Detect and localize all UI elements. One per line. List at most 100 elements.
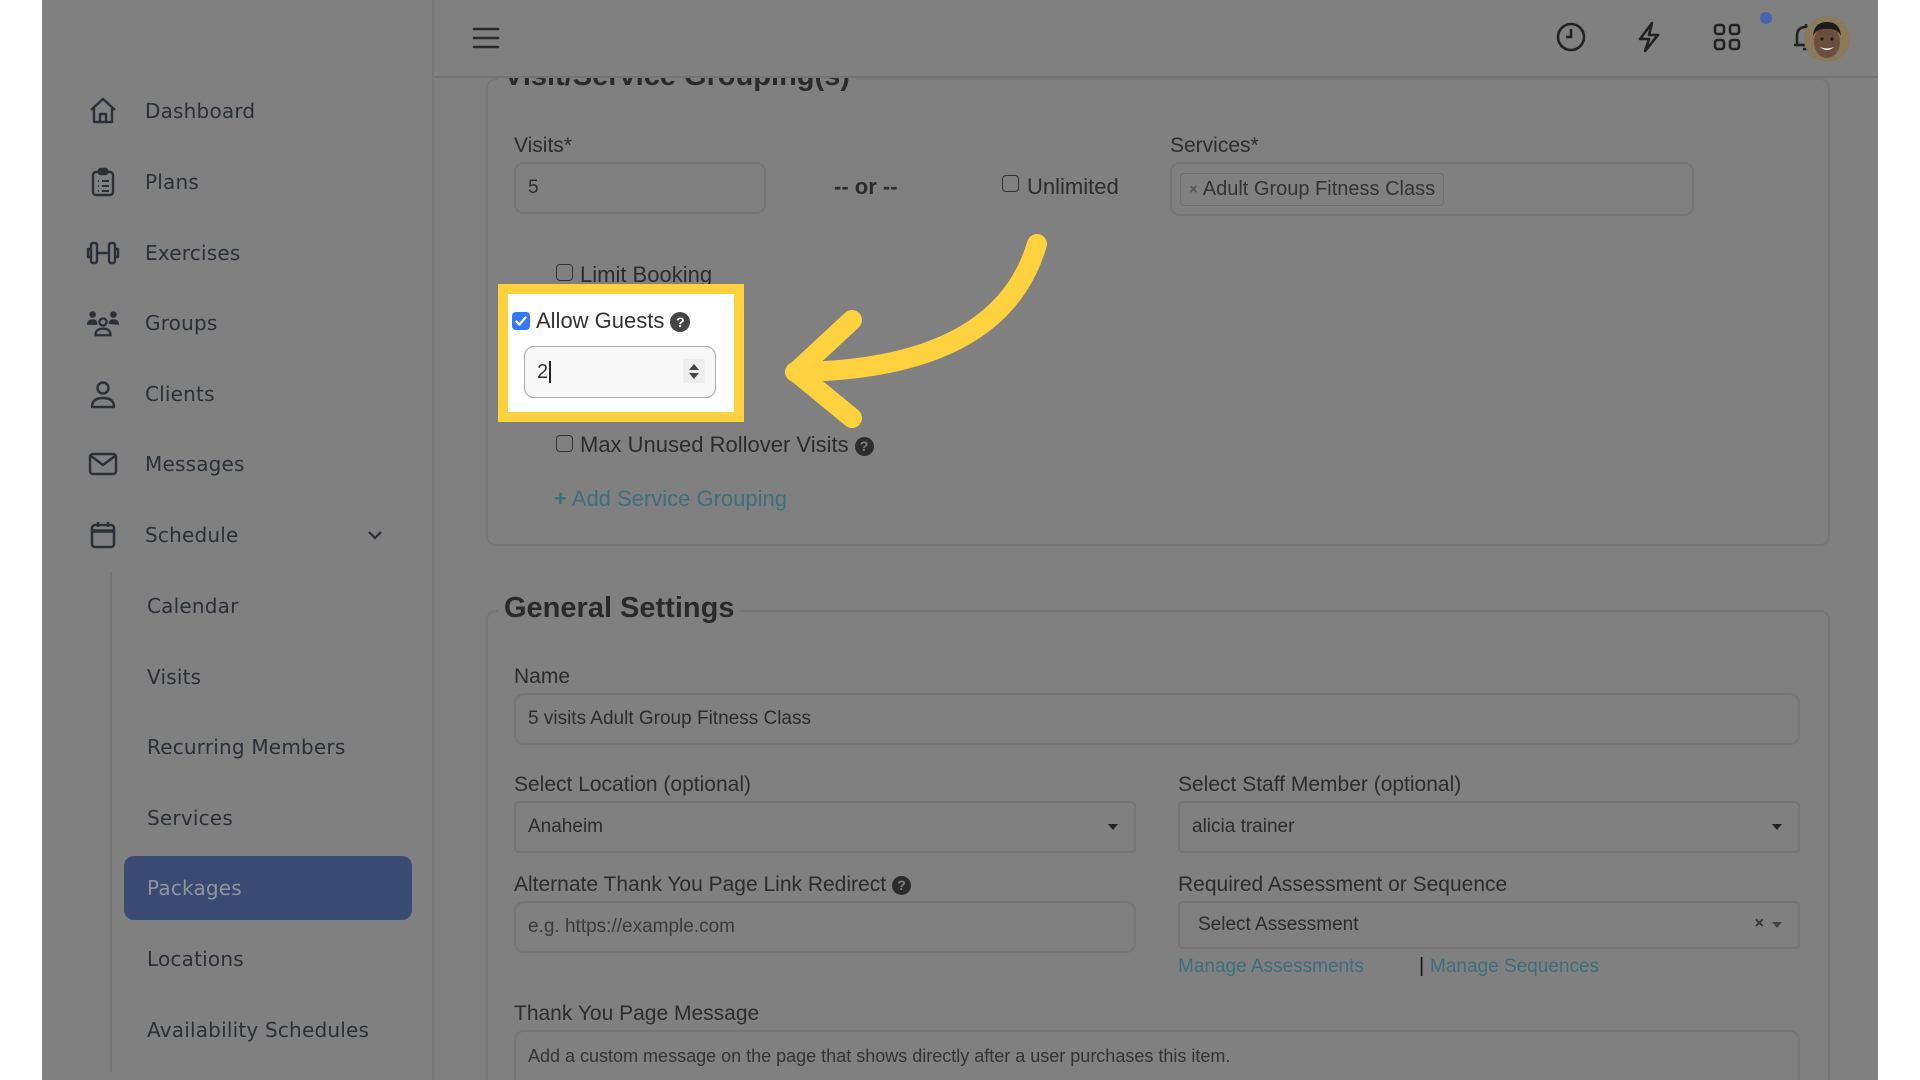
add-service-grouping-text: Add Service Grouping <box>571 486 787 511</box>
redirect-label-text: Alternate Thank You Page Link Redirect <box>514 873 887 896</box>
sidebar-item-messages[interactable]: Messages <box>42 438 434 490</box>
manage-assessments-link[interactable]: Manage Assessments <box>1178 956 1364 978</box>
caret-down-icon <box>1772 824 1782 830</box>
sidebar-item-schedule[interactable]: Schedule <box>42 509 434 561</box>
user-icon <box>86 377 120 411</box>
avatar[interactable] <box>1804 16 1850 62</box>
location-label: Select Location (optional) <box>514 773 751 796</box>
allow-guests-label: Allow Guests? <box>536 308 691 334</box>
sidebar-subitem-services[interactable]: Services <box>124 786 412 850</box>
redirect-input[interactable]: e.g. https://example.com <box>514 901 1136 953</box>
or-separator: -- or -- <box>834 174 898 199</box>
sidebar-item-label: Plans <box>145 170 199 194</box>
sidebar-item-label: Clients <box>145 382 215 406</box>
help-icon[interactable]: ? <box>854 436 874 456</box>
sidebar-item-exercises[interactable]: Exercises <box>42 227 434 279</box>
location-value: Anaheim <box>528 816 603 837</box>
clock-icon[interactable] <box>1554 20 1588 54</box>
service-tag: × Adult Group Fitness Class <box>1180 172 1445 206</box>
main-content: Visit/Service Grouping(s) Visits* 5 -- o… <box>434 0 1878 1080</box>
sidebar-item-clients[interactable]: Clients <box>42 368 434 420</box>
number-spinner[interactable] <box>683 359 705 383</box>
sidebar-item-dashboard[interactable]: Dashboard <box>42 85 434 137</box>
spinner-up-icon[interactable] <box>689 363 699 370</box>
guests-count-value: 2 <box>537 360 549 383</box>
allow-guests-checkbox[interactable] <box>512 312 530 330</box>
sidebar-subitem-packages[interactable]: Packages <box>124 856 412 920</box>
sidebar-subitem-label: Availability Schedules <box>147 1018 370 1042</box>
caret-down-icon <box>1108 824 1118 830</box>
thankyou-label: Thank You Page Message <box>514 1002 760 1025</box>
sidebar-subitem-label: Services <box>147 806 233 830</box>
visits-value: 5 <box>528 177 539 198</box>
staff-select[interactable]: alicia trainer <box>1178 801 1800 853</box>
grid-icon[interactable] <box>1710 20 1744 54</box>
help-icon[interactable]: ? <box>670 312 691 333</box>
service-tag-label: Adult Group Fitness Class <box>1202 177 1436 200</box>
clear-icon[interactable]: × <box>1755 915 1764 933</box>
clipboard-icon <box>86 165 120 199</box>
sidebar-subitem-label: Calendar <box>147 594 239 618</box>
assessment-label: Required Assessment or Sequence <box>1178 873 1508 896</box>
app-window: Dashboard Plans Exercises Groups Clients <box>42 0 1878 1080</box>
limit-booking-checkbox[interactable] <box>556 264 573 281</box>
submenu-guide-line <box>110 572 112 1072</box>
assessment-select[interactable]: Select Assessment × <box>1178 901 1800 949</box>
text-cursor <box>549 361 551 383</box>
sidebar-subitem-visits[interactable]: Visits <box>124 645 412 709</box>
services-label: Services* <box>1170 134 1259 157</box>
help-icon[interactable]: ? <box>892 875 912 895</box>
users-icon <box>86 306 120 340</box>
notification-badge <box>1760 12 1772 24</box>
redirect-placeholder: e.g. https://example.com <box>528 916 735 937</box>
spinner-down-icon[interactable] <box>689 372 699 379</box>
top-bar <box>434 0 1878 78</box>
add-service-grouping-link[interactable]: + Add Service Grouping <box>554 486 787 512</box>
sidebar-subitem-label: Packages <box>147 876 242 900</box>
name-value: 5 visits Adult Group Fitness Class <box>528 708 811 729</box>
services-multiselect[interactable]: × Adult Group Fitness Class <box>1170 162 1694 216</box>
unlimited-checkbox[interactable] <box>1002 175 1019 192</box>
thankyou-textarea[interactable]: Add a custom message on the page that sh… <box>514 1030 1800 1080</box>
sidebar-item-label: Dashboard <box>145 99 256 123</box>
sidebar-subitem-label: Locations <box>147 947 244 971</box>
redirect-label: Alternate Thank You Page Link Redirect? <box>514 873 912 897</box>
visits-label: Visits* <box>514 134 572 157</box>
sidebar-subitem-calendar[interactable]: Calendar <box>124 574 412 638</box>
dumbbell-icon <box>86 236 120 270</box>
calendar-icon <box>86 518 120 552</box>
sidebar-subitem-locations[interactable]: Locations <box>124 927 412 991</box>
location-select[interactable]: Anaheim <box>514 801 1136 853</box>
sidebar-subitem-recurring-members[interactable]: Recurring Members <box>124 715 412 779</box>
sidebar-subitem-label: Recurring Members <box>147 735 346 759</box>
sidebar-item-label: Groups <box>145 311 218 335</box>
sidebar-item-label: Messages <box>145 452 245 476</box>
staff-label: Select Staff Member (optional) <box>1178 773 1462 796</box>
general-settings-title: General Settings <box>498 592 741 625</box>
max-rollover-text: Max Unused Rollover Visits <box>580 432 849 457</box>
name-input[interactable]: 5 visits Adult Group Fitness Class <box>514 693 1800 745</box>
allow-guests-highlight: Allow Guests? 2 <box>498 284 744 422</box>
sidebar: Dashboard Plans Exercises Groups Clients <box>42 0 434 1080</box>
visits-input[interactable]: 5 <box>514 162 766 214</box>
guests-count-input[interactable]: 2 <box>524 346 716 398</box>
assessment-placeholder: Select Assessment <box>1198 914 1359 935</box>
chevron-down-icon[interactable] <box>364 524 386 546</box>
sidebar-item-plans[interactable]: Plans <box>42 156 434 208</box>
unlimited-label: Unlimited <box>1027 174 1119 199</box>
sidebar-item-label: Schedule <box>145 523 239 547</box>
remove-tag-icon[interactable]: × <box>1189 181 1198 198</box>
menu-icon[interactable] <box>472 26 500 50</box>
allow-guests-text: Allow Guests <box>536 308 665 333</box>
thankyou-placeholder: Add a custom message on the page that sh… <box>528 1046 1231 1066</box>
name-label: Name <box>514 665 571 688</box>
sidebar-item-groups[interactable]: Groups <box>42 297 434 349</box>
staff-value: alicia trainer <box>1192 816 1295 837</box>
plus-icon: + <box>554 486 567 511</box>
sidebar-item-label: Exercises <box>145 241 241 265</box>
manage-sequences-link[interactable]: Manage Sequences <box>1430 956 1599 978</box>
lightning-icon[interactable] <box>1632 20 1666 54</box>
home-icon <box>86 94 120 128</box>
sidebar-subitem-availability-schedules[interactable]: Availability Schedules <box>124 998 412 1062</box>
max-rollover-checkbox[interactable] <box>556 435 573 452</box>
